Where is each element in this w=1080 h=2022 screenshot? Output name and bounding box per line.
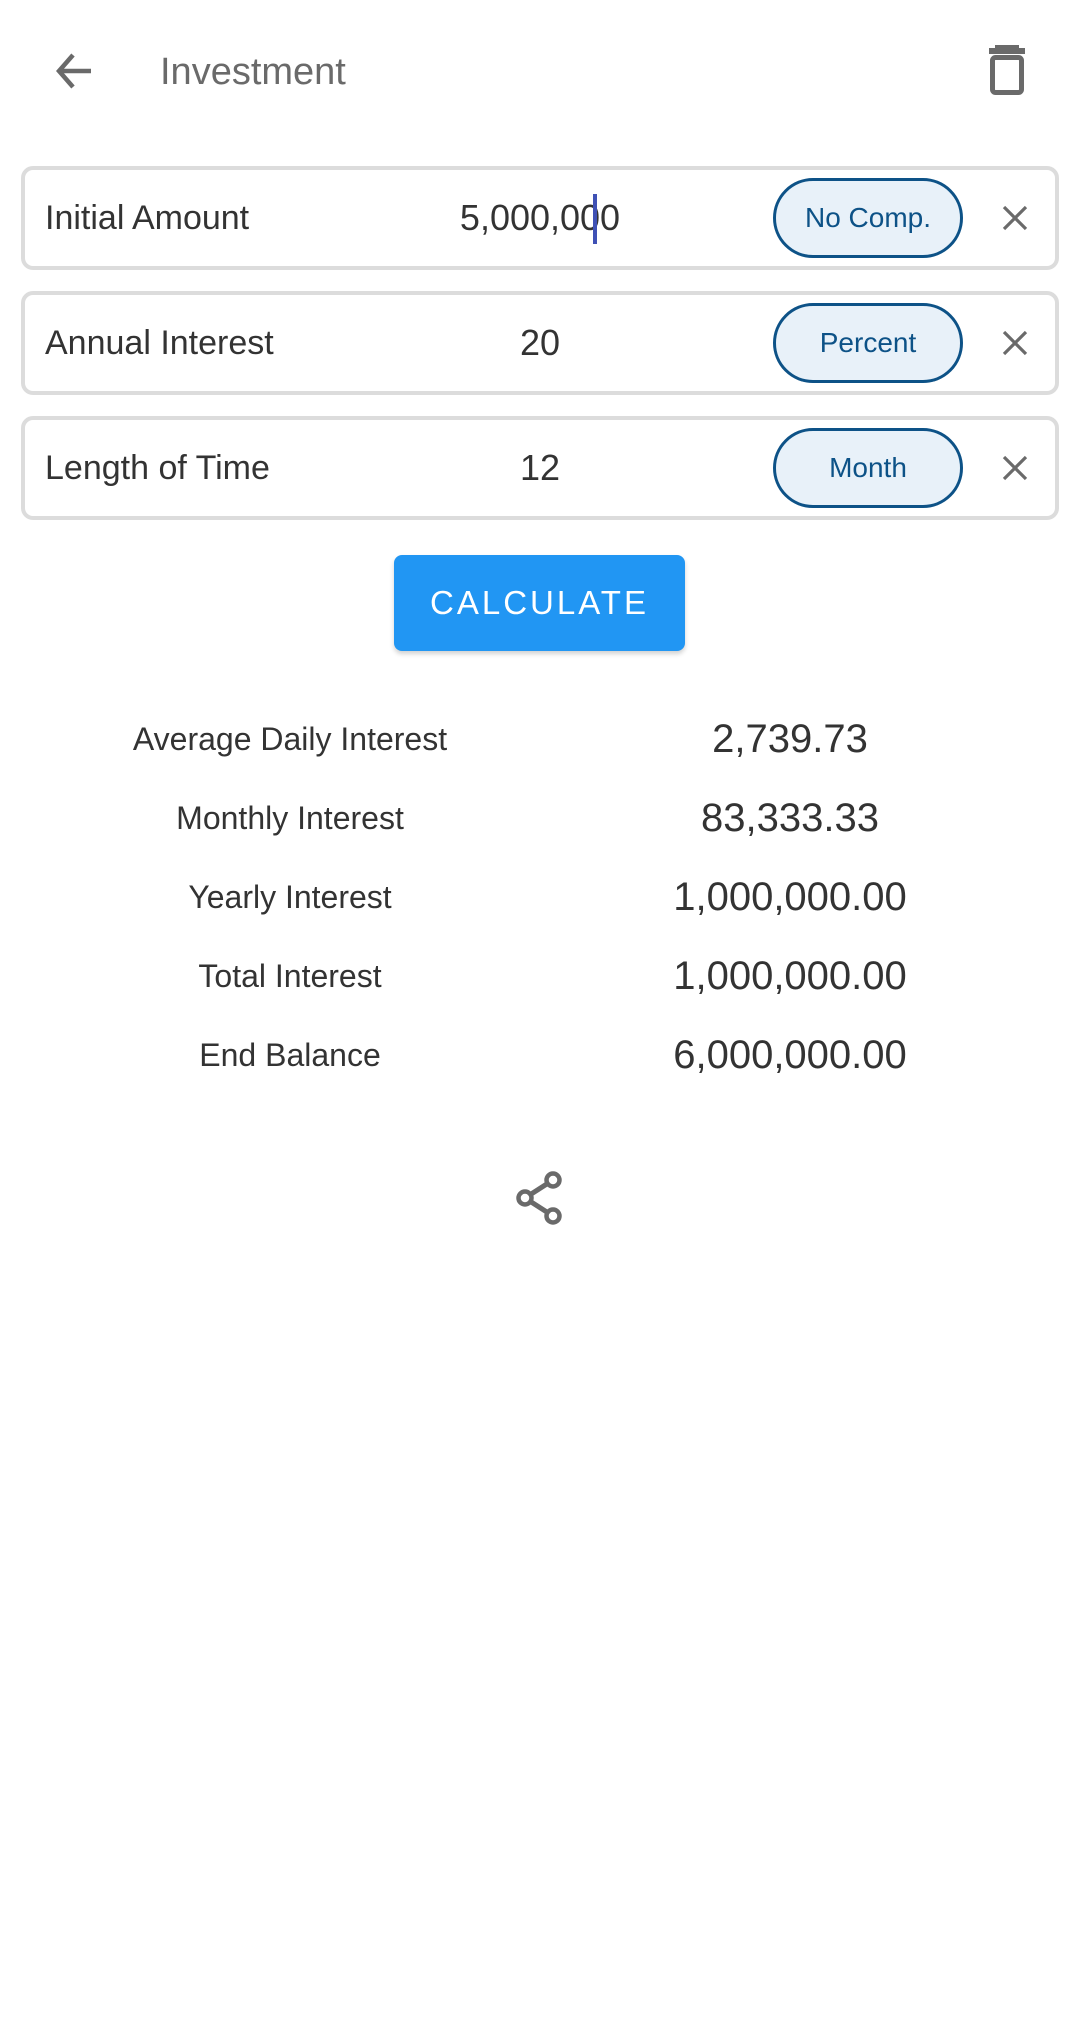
result-label: Total Interest bbox=[198, 958, 382, 994]
initial-amount-input[interactable] bbox=[375, 192, 705, 244]
field-label: Length of Time bbox=[45, 449, 270, 487]
clear-button[interactable] bbox=[985, 188, 1045, 248]
close-icon bbox=[1002, 330, 1028, 356]
result-value: 1,000,000.00 bbox=[673, 875, 907, 919]
result-value: 83,333.33 bbox=[701, 796, 879, 840]
unit-selector-button[interactable]: Percent bbox=[773, 303, 963, 383]
result-row: End Balance 6,000,000.00 bbox=[0, 1016, 1080, 1095]
result-label: End Balance bbox=[199, 1037, 381, 1073]
back-button[interactable] bbox=[40, 36, 110, 106]
result-row: Yearly Interest 1,000,000.00 bbox=[0, 858, 1080, 937]
app-bar: Investment bbox=[0, 0, 1080, 144]
result-label: Average Daily Interest bbox=[132, 721, 448, 757]
field-label: Initial Amount bbox=[45, 199, 250, 237]
result-row: Total Interest 1,000,000.00 bbox=[0, 937, 1080, 1016]
share-button[interactable] bbox=[505, 1163, 575, 1233]
close-icon bbox=[1002, 455, 1028, 481]
result-value: 2,739.73 bbox=[712, 717, 868, 761]
result-row: Monthly Interest 83,333.33 bbox=[0, 779, 1080, 858]
initial-amount-field: Initial Amount No Comp. bbox=[21, 166, 1059, 270]
calculate-button[interactable]: CALCULATE bbox=[394, 555, 685, 651]
result-value: 1,000,000.00 bbox=[673, 954, 907, 998]
delete-button[interactable] bbox=[972, 36, 1042, 106]
field-label: Annual Interest bbox=[45, 324, 274, 362]
result-label: Monthly Interest bbox=[176, 800, 404, 836]
result-label: Yearly Interest bbox=[188, 879, 392, 915]
unit-selector-button[interactable]: Month bbox=[773, 428, 963, 508]
text-cursor bbox=[593, 194, 597, 244]
annual-interest-field: Annual Interest Percent bbox=[21, 291, 1059, 395]
clear-button[interactable] bbox=[985, 313, 1045, 373]
arrow-back-icon bbox=[56, 53, 91, 89]
result-value: 6,000,000.00 bbox=[673, 1033, 907, 1077]
page-title: Investment bbox=[160, 51, 346, 93]
length-of-time-input[interactable] bbox=[375, 442, 705, 494]
result-row: Average Daily Interest 2,739.73 bbox=[0, 700, 1080, 779]
length-of-time-field: Length of Time Month bbox=[21, 416, 1059, 520]
trash-icon bbox=[989, 45, 1025, 95]
share-icon bbox=[516, 1171, 562, 1225]
annual-interest-input[interactable] bbox=[375, 317, 705, 369]
clear-button[interactable] bbox=[985, 438, 1045, 498]
close-icon bbox=[1002, 205, 1028, 231]
unit-selector-button[interactable]: No Comp. bbox=[773, 178, 963, 258]
